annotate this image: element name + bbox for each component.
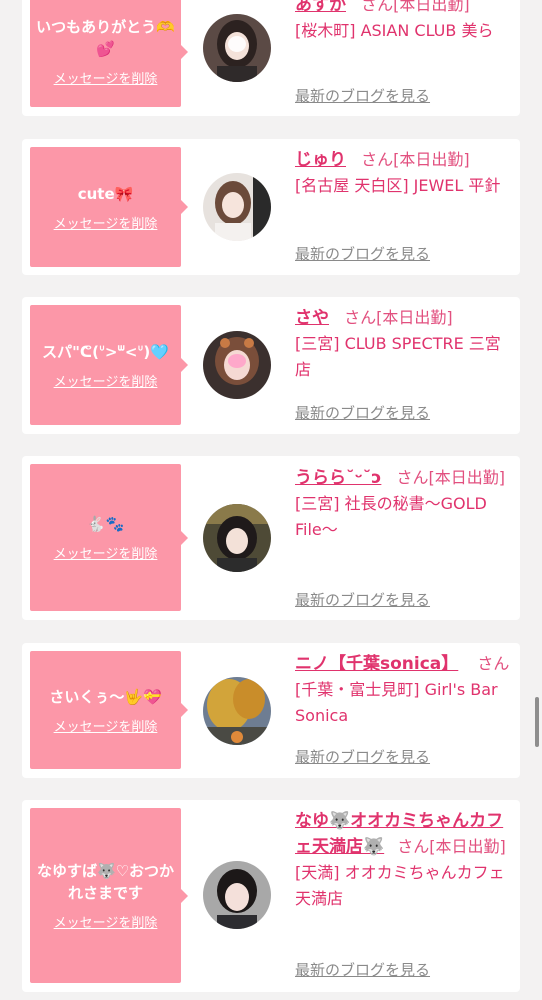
cast-status: さん[本日出勤] <box>397 837 506 856</box>
message-bubble: さいくぅ〜🤟💝 メッセージを削除 <box>30 651 188 769</box>
message-bubble: スパ"ᕦ(ᐡ>ᐜ<ᐡ)🩵 メッセージを削除 <box>30 305 188 425</box>
message-card: さいくぅ〜🤟💝 メッセージを削除 ニノ【千葉sonica】 さん [千葉・富士見… <box>22 643 520 778</box>
message-text: さいくぅ〜🤟💝 <box>49 687 162 706</box>
latest-blog-link[interactable]: 最新のブログを見る <box>295 243 430 264</box>
avatar[interactable] <box>203 677 271 745</box>
cast-status: さん[本日出勤] <box>361 0 470 14</box>
message-bubble: 🐇🐾 メッセージを削除 <box>30 464 188 611</box>
message-bubble: いつもありがとう🫶💕 メッセージを削除 <box>30 0 188 107</box>
message-card: いつもありがとう🫶💕 メッセージを削除 あすか さん[本日出勤] [桜木町] A… <box>22 0 520 116</box>
shop-name: [千葉・富士見町] Girl's Bar Sonica <box>295 680 498 725</box>
message-text: いつもありがとう🫶💕 <box>36 18 175 58</box>
message-bubble: なゆすば🐺♡おつかれさまです メッセージを削除 <box>30 808 188 983</box>
cast-status: さん[本日出勤] <box>344 308 453 327</box>
cast-status: さん[本日出勤] <box>396 468 505 487</box>
shop-name: [三宮] CLUB SPECTRE 三宮店 <box>295 334 501 379</box>
cast-name-link[interactable]: ニノ【千葉sonica】 <box>295 654 458 674</box>
cast-info: なゆ🐺オオカミちゃんカフェ天満店🐺 さん[本日出勤] [天満] オオカミちゃんカ… <box>295 808 510 912</box>
avatar-photo <box>203 504 271 572</box>
avatar[interactable] <box>203 504 271 572</box>
delete-message-link[interactable]: メッセージを削除 <box>54 716 158 735</box>
cast-name-link[interactable]: さや <box>295 308 329 328</box>
latest-blog-link[interactable]: 最新のブログを見る <box>295 959 430 980</box>
latest-blog-link[interactable]: 最新のブログを見る <box>295 589 430 610</box>
delete-message-link[interactable]: メッセージを削除 <box>54 543 158 562</box>
cast-status: さん[本日出勤] <box>361 150 470 169</box>
avatar-photo <box>203 861 271 929</box>
delete-message-link[interactable]: メッセージを削除 <box>54 68 158 87</box>
message-text: なゆすば🐺♡おつかれさまです <box>36 862 175 902</box>
avatar[interactable] <box>203 14 271 82</box>
scrollbar-thumb[interactable] <box>535 697 539 747</box>
latest-blog-link[interactable]: 最新のブログを見る <box>295 402 430 423</box>
cast-info: うらら˘ᵕ˘ↄ さん[本日出勤] [三宮] 社長の秘書〜GOLD File〜 <box>295 465 510 543</box>
shop-name: [天満] オオカミちゃんカフェ天満店 <box>295 863 505 908</box>
delete-message-link[interactable]: メッセージを削除 <box>54 213 158 232</box>
avatar[interactable] <box>203 331 271 399</box>
latest-blog-link[interactable]: 最新のブログを見る <box>295 85 430 106</box>
cast-info: さや さん[本日出勤] [三宮] CLUB SPECTRE 三宮店 <box>295 305 510 383</box>
message-card: cute🎀 メッセージを削除 じゅり さん[本日出勤] [名古屋 天白区] JE… <box>22 139 520 275</box>
cast-info: あすか さん[本日出勤] [桜木町] ASIAN CLUB 美ら <box>295 0 510 44</box>
avatar-photo <box>203 14 271 82</box>
cast-name-link[interactable]: うらら˘ᵕ˘ↄ <box>295 468 381 488</box>
message-card: なゆすば🐺♡おつかれさまです メッセージを削除 なゆ🐺オオカミちゃんカフェ天満店… <box>22 800 520 992</box>
latest-blog-link[interactable]: 最新のブログを見る <box>295 746 430 767</box>
cast-name-link[interactable]: あすか <box>295 0 346 15</box>
cast-info: ニノ【千葉sonica】 さん [千葉・富士見町] Girl's Bar Son… <box>295 651 510 729</box>
avatar-photo <box>203 677 271 745</box>
avatar[interactable] <box>203 861 271 929</box>
cast-status: さん <box>477 654 510 673</box>
avatar-photo <box>203 331 271 399</box>
cast-name-link[interactable]: じゅり <box>295 150 346 170</box>
message-card: スパ"ᕦ(ᐡ>ᐜ<ᐡ)🩵 メッセージを削除 さや さん[本日出勤] [三宮] C… <box>22 297 520 434</box>
avatar-photo <box>203 173 271 241</box>
message-text: スパ"ᕦ(ᐡ>ᐜ<ᐡ)🩵 <box>42 342 169 361</box>
cast-info: じゅり さん[本日出勤] [名古屋 天白区] JEWEL 平針 <box>295 147 510 199</box>
avatar[interactable] <box>203 173 271 241</box>
message-text: cute🎀 <box>77 184 134 203</box>
message-text: 🐇🐾 <box>86 515 125 533</box>
message-card: 🐇🐾 メッセージを削除 うらら˘ᵕ˘ↄ さん[本日出勤] [三宮] 社長の秘書〜… <box>22 456 520 620</box>
delete-message-link[interactable]: メッセージを削除 <box>54 371 158 390</box>
delete-message-link[interactable]: メッセージを削除 <box>54 912 158 931</box>
shop-name: [桜木町] ASIAN CLUB 美ら <box>295 21 494 40</box>
message-bubble: cute🎀 メッセージを削除 <box>30 147 188 267</box>
shop-name: [三宮] 社長の秘書〜GOLD File〜 <box>295 494 487 539</box>
shop-name: [名古屋 天白区] JEWEL 平針 <box>295 176 501 195</box>
